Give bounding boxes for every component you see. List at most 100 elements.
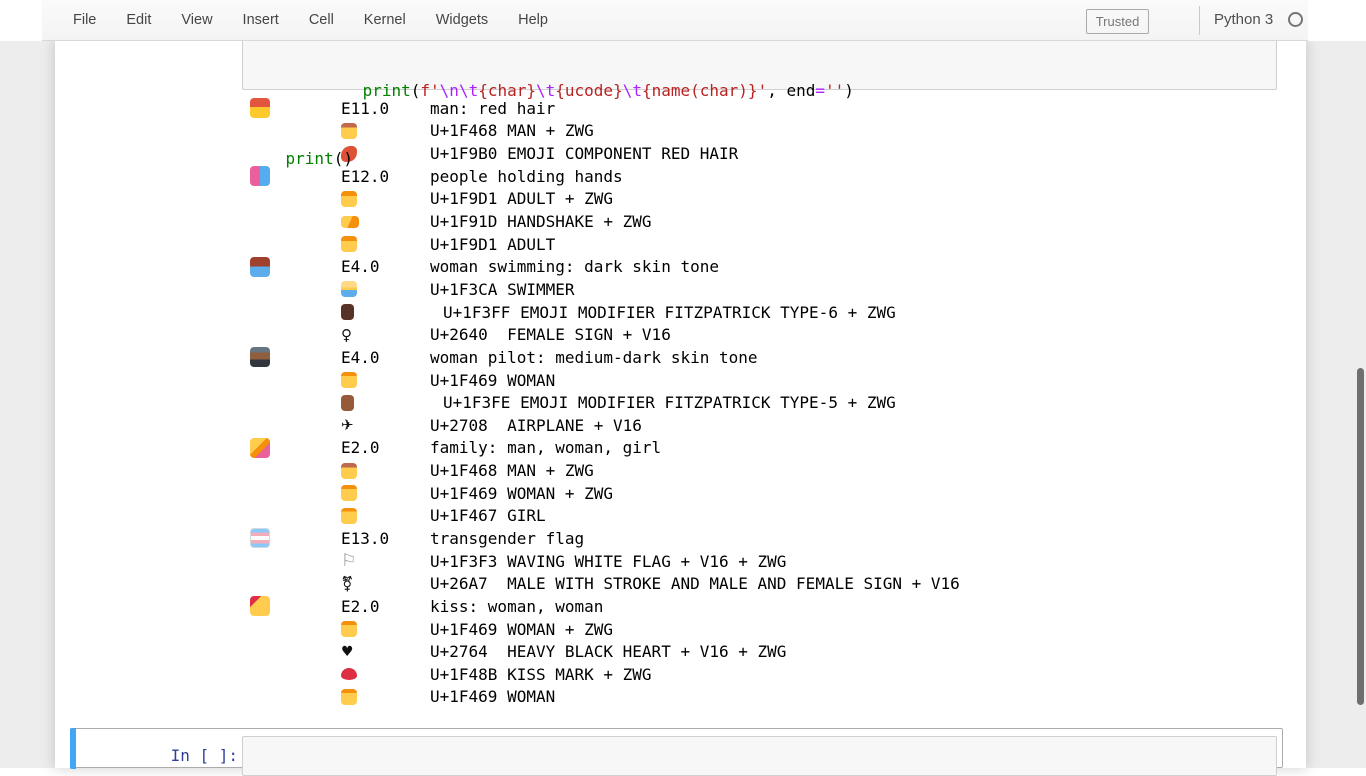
emoji-description: U+1F3F3 WAVING WHITE FLAG + V16 + ZWG xyxy=(430,552,786,571)
emoji-description: U+1F468 MAN + ZWG xyxy=(430,461,594,480)
input-prompt: In [ ]: xyxy=(156,746,238,765)
menu-file[interactable]: File xyxy=(58,12,111,28)
emoji-description: U+2764 HEAVY BLACK HEART + V16 + ZWG xyxy=(430,642,786,661)
code-editor[interactable]: print(f'\n\t{char}\t{ucode}\t{name(char)… xyxy=(247,35,854,216)
emoji-description: U+1F469 WOMAN + ZWG xyxy=(430,484,613,503)
menu-kernel[interactable]: Kernel xyxy=(349,12,421,28)
emoji-description: U+1F469 WOMAN + ZWG xyxy=(430,620,613,639)
emoji-version-or-component xyxy=(341,372,430,388)
code-line: print() xyxy=(247,148,854,171)
composed-emoji xyxy=(250,596,341,616)
emoji-version-or-component: E4.0 xyxy=(341,257,430,276)
emoji-glyph: ⚧ xyxy=(341,575,354,593)
emoji-glyph: ♥ xyxy=(341,644,354,660)
divider xyxy=(1199,6,1200,35)
output-row: E4.0 woman swimming: dark skin tone xyxy=(250,255,1270,278)
emoji-version-or-component: E13.0 xyxy=(341,529,430,548)
emoji-glyph xyxy=(250,528,270,548)
emoji-glyph xyxy=(341,304,354,320)
output-row: U+1F3CA SWIMMER xyxy=(250,278,1270,301)
code-token: \t xyxy=(536,81,555,100)
emoji-glyph xyxy=(341,236,357,252)
code-token: ( xyxy=(411,81,421,100)
vertical-scrollbar-thumb[interactable] xyxy=(1357,368,1364,705)
code-line: print(f'\n\t{char}\t{ucode}\t{name(char)… xyxy=(247,80,854,103)
emoji-glyph xyxy=(341,668,357,680)
output-row: U+1F469 WOMAN xyxy=(250,369,1270,392)
emoji-version-or-component: E4.0 xyxy=(341,348,430,367)
emoji-version-or-component xyxy=(341,395,430,411)
code-token: '' xyxy=(825,81,844,100)
output-row: U+1F3FF EMOJI MODIFIER FITZPATRICK TYPE-… xyxy=(250,301,1270,324)
emoji-description: U+1F3CA SWIMMER xyxy=(430,280,575,299)
menu-insert[interactable]: Insert xyxy=(228,12,294,28)
emoji-glyph xyxy=(341,281,357,297)
output-row: E4.0 woman pilot: medium-dark skin tone xyxy=(250,346,1270,369)
emoji-glyph xyxy=(250,596,270,616)
emoji-description: woman pilot: medium-dark skin tone xyxy=(430,348,758,367)
menubar: File Edit View Insert Cell Kernel Widget… xyxy=(42,0,1308,41)
emoji-version-or-component xyxy=(341,281,430,297)
emoji-glyph xyxy=(250,438,270,458)
output-row: ✈ U+2708 AIRPLANE + V16 xyxy=(250,414,1270,437)
emoji-glyph: ♀ xyxy=(341,326,352,344)
menu-edit[interactable]: Edit xyxy=(111,12,166,28)
menu-cell[interactable]: Cell xyxy=(294,12,349,28)
emoji-glyph xyxy=(341,463,357,479)
code-token: \n\t xyxy=(440,81,479,100)
emoji-description: transgender flag xyxy=(430,529,584,548)
output-row: ⚧ U+26A7 MALE WITH STROKE AND MALE AND F… xyxy=(250,572,1270,595)
emoji-version-or-component: ♀ xyxy=(341,326,430,344)
emoji-glyph xyxy=(341,508,357,524)
page-background-left xyxy=(0,41,55,768)
code-token: , xyxy=(767,81,786,100)
emoji-description: U+2640 FEMALE SIGN + V16 xyxy=(430,325,671,344)
emoji-description: U+1F3FE EMOJI MODIFIER FITZPATRICK TYPE-… xyxy=(430,393,896,412)
code-token: ) xyxy=(844,81,854,100)
emoji-description: woman swimming: dark skin tone xyxy=(430,257,719,276)
emoji-version-or-component: ⚐ xyxy=(341,551,430,571)
output-row: U+1F48B KISS MARK + ZWG xyxy=(250,663,1270,686)
menu-widgets[interactable]: Widgets xyxy=(421,12,503,28)
emoji-glyph: ✈ xyxy=(341,416,354,434)
code-token: end xyxy=(786,81,815,100)
code-token: = xyxy=(815,81,825,100)
code-token: {ucode} xyxy=(555,81,622,100)
output-row: U+1F3FE EMOJI MODIFIER FITZPATRICK TYPE-… xyxy=(250,391,1270,414)
emoji-version-or-component xyxy=(341,689,430,705)
emoji-description: U+1F467 GIRL xyxy=(430,506,546,525)
emoji-version-or-component: E2.0 xyxy=(341,438,430,457)
output-row: U+1F468 MAN + ZWG xyxy=(250,459,1270,482)
code-token: f' xyxy=(420,81,439,100)
selected-empty-cell[interactable]: In [ ]: xyxy=(70,728,1283,768)
emoji-description: kiss: woman, woman xyxy=(430,597,603,616)
composed-emoji xyxy=(250,257,341,277)
kernel-name: Python 3 xyxy=(1214,11,1273,28)
emoji-glyph xyxy=(341,395,354,411)
emoji-version-or-component xyxy=(341,485,430,501)
emoji-version-or-component: ⚧ xyxy=(341,575,430,593)
emoji-version-or-component xyxy=(341,216,430,228)
emoji-glyph: ⚐ xyxy=(341,551,356,571)
trusted-badge: Trusted xyxy=(1086,9,1149,34)
code-token: () xyxy=(334,149,353,168)
notebook-header: File Edit View Insert Cell Kernel Widget… xyxy=(0,0,1366,41)
output-row: E2.0 kiss: woman, woman xyxy=(250,595,1270,618)
emoji-description: U+1F48B KISS MARK + ZWG xyxy=(430,665,652,684)
emoji-version-or-component xyxy=(341,304,430,320)
emoji-glyph xyxy=(341,689,357,705)
emoji-version-or-component xyxy=(341,668,430,680)
emoji-version-or-component xyxy=(341,463,430,479)
emoji-glyph xyxy=(341,485,357,501)
output-row: U+1F9D1 ADULT xyxy=(250,233,1270,256)
menu-help[interactable]: Help xyxy=(503,12,563,28)
menu-view[interactable]: View xyxy=(166,12,227,28)
composed-emoji xyxy=(250,347,341,367)
code-token: print xyxy=(247,81,411,100)
menu-list: File Edit View Insert Cell Kernel Widget… xyxy=(58,0,563,40)
output-row: ♥ U+2764 HEAVY BLACK HEART + V16 + ZWG xyxy=(250,640,1270,663)
emoji-description: U+1F9D1 ADULT xyxy=(430,235,555,254)
code-token: {char} xyxy=(478,81,536,100)
empty-code-input[interactable] xyxy=(242,736,1277,776)
emoji-version-or-component xyxy=(341,621,430,637)
